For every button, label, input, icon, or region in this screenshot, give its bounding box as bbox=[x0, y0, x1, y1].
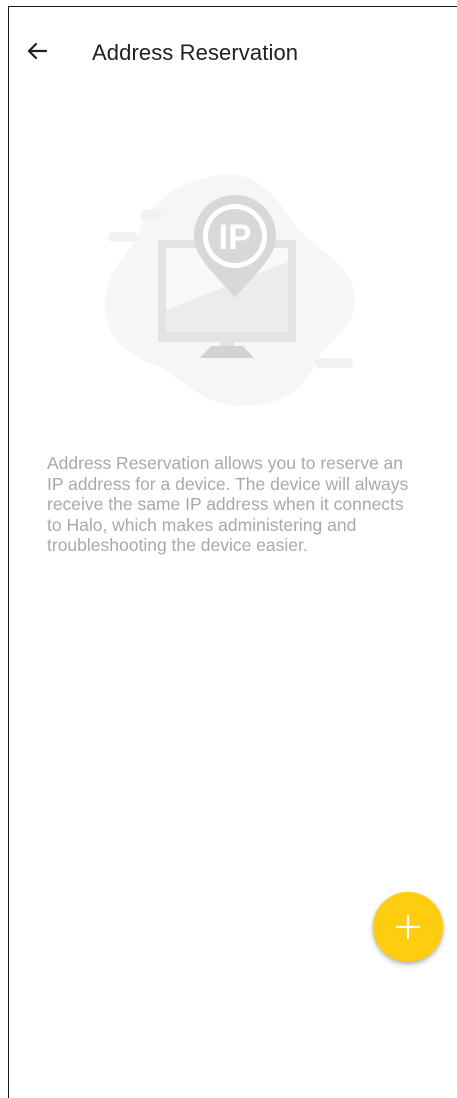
frame-border-left bbox=[8, 6, 9, 1098]
plus-icon bbox=[395, 914, 421, 940]
ip-label: IP bbox=[218, 218, 251, 257]
address-reservation-screen: Address Reservation IP Address Reservati… bbox=[0, 0, 457, 1098]
empty-state-description: Address Reservation allows you to reserv… bbox=[47, 453, 409, 556]
back-button[interactable] bbox=[24, 36, 54, 66]
page-title: Address Reservation bbox=[92, 40, 299, 65]
ip-address-illustration: IP bbox=[100, 170, 360, 410]
ip-address-monitor-icon: IP bbox=[105, 174, 355, 407]
add-reservation-button[interactable] bbox=[373, 892, 443, 962]
arrow-left-icon bbox=[27, 42, 48, 60]
